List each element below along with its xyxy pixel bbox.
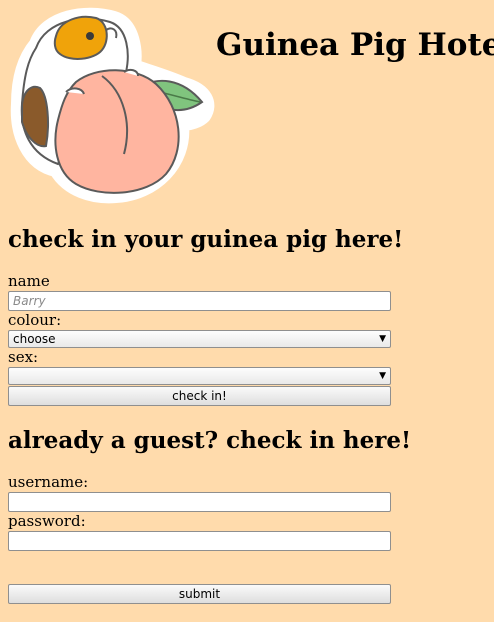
triangle-down-icon: ▼	[379, 371, 386, 381]
sex-label: sex:	[8, 348, 39, 366]
username-input[interactable]	[8, 492, 391, 512]
colour-selected-value: choose	[13, 332, 56, 346]
guest-heading: already a guest? check in here!	[8, 427, 412, 454]
name-input[interactable]: Barry	[8, 291, 391, 311]
sex-select[interactable]: ▼	[8, 367, 391, 385]
password-label: password:	[8, 512, 86, 530]
triangle-down-icon: ▼	[379, 334, 386, 344]
colour-label: colour:	[8, 311, 62, 329]
guinea-pig-peach-logo	[10, 7, 215, 204]
username-label: username:	[8, 473, 89, 491]
password-input[interactable]	[8, 531, 391, 551]
site-title: Guinea Pig Hotel	[216, 27, 494, 63]
colour-select[interactable]: choose ▼	[8, 330, 391, 348]
check-in-button[interactable]: check in!	[8, 386, 391, 406]
submit-button[interactable]: submit	[8, 584, 391, 604]
name-label: name	[8, 272, 50, 290]
checkin-heading: check in your guinea pig here!	[8, 226, 404, 253]
name-placeholder: Barry	[13, 294, 46, 308]
